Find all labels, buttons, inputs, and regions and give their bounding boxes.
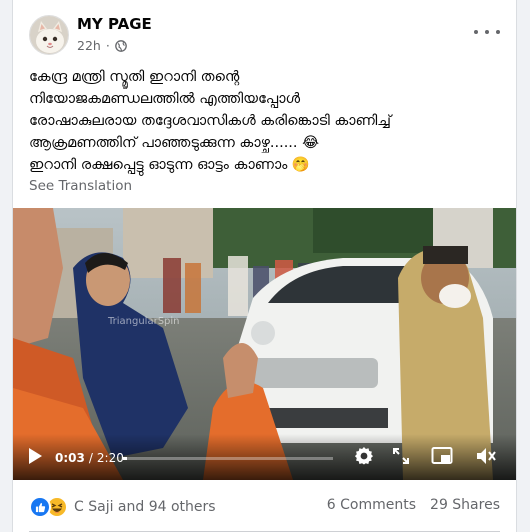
page-name-link[interactable]: MY PAGE [77,15,152,33]
video-controls: 0:03 / 2:20 [13,434,516,480]
play-icon[interactable] [27,447,43,469]
globe-icon[interactable] [114,39,127,52]
progress-fill [123,457,128,460]
see-translation-link[interactable]: See Translation [29,178,132,194]
video-player[interactable]: TriangularSpin 0:03 / 2:20 [13,208,516,480]
progress-bar[interactable] [123,457,333,460]
time-separator: / [88,451,93,465]
settings-icon[interactable] [354,446,374,470]
timestamp-link[interactable]: 22h [77,38,101,53]
more-horizontal-icon[interactable] [474,24,500,40]
cat-avatar-image [30,16,68,54]
post-text-line: ആക്രമണത്തിന് പാഞ്ഞടുക്കുന്ന കാഴ്ച...... … [29,135,320,151]
post-text-line: കേന്ദ്ര മന്ത്രി സ്മൃതി ഇറാനി തന്റെ [29,69,240,85]
post-stats: 6 Comments 29 Shares [327,497,500,513]
post-footer: C Saji and 94 others 6 Comments 29 Share… [13,480,516,532]
post-card: MY PAGE 22h · കേന്ദ്ര മന്ത്രി സ്മൃതി ഇറാ… [13,0,516,532]
duration: 2:20 [96,451,124,465]
video-watermark: TriangularSpin [107,316,180,327]
reactions-text[interactable]: C Saji and 94 others [74,499,216,515]
reactions-summary[interactable]: C Saji and 94 others [29,496,216,518]
fullscreen-icon[interactable] [392,447,410,469]
comments-count-link[interactable]: 6 Comments [327,497,416,513]
post-body-text: കേന്ദ്ര മന്ത്രി സ്മൃതി ഇറാനി തന്റെ നിയോജ… [29,66,499,176]
current-time: 0:03 [55,451,85,465]
like-icon [29,496,51,518]
shares-count-link[interactable]: 29 Shares [430,497,500,513]
meta-dot: · [105,38,110,53]
video-time: 0:03 / 2:20 [55,451,124,465]
volume-muted-icon[interactable] [475,446,497,470]
post-text-line: നിയോജകമണ്ഡലത്തിൽ എത്തിയപ്പോൾ [29,91,301,107]
post-text-line: രോഷാകുലരായ തദ്ദേശവാസികൾ കരിങ്കൊടി കാണിച്… [29,113,391,129]
avatar[interactable] [29,15,69,55]
post-meta: 22h · [77,38,127,53]
picture-in-picture-icon[interactable] [431,446,453,470]
post-text-line: ഇറാനി രക്ഷപ്പെട്ടു ഓടുന്ന ഓട്ടം കാണാം 🤭 [29,157,310,173]
